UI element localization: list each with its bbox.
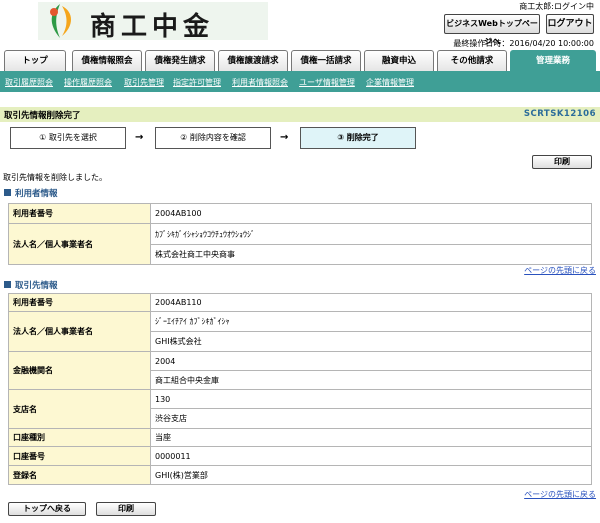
header: 商工中金 商工太郎:ログイン中 ビジネスWebトップページへ ログアウト 最終操… <box>0 0 600 50</box>
tab-claim-inquiry[interactable]: 債権情報照会 <box>72 50 142 72</box>
page-title: 取引先情報削除完了 <box>4 111 81 121</box>
logout-button[interactable]: ログアウト <box>546 14 594 34</box>
registration-name-value: GHI(株)営業部 <box>150 465 592 485</box>
screen-code: SCRTSK12106 <box>523 109 596 119</box>
subnav-partner-management[interactable]: 取引先管理 <box>124 77 164 88</box>
company-name-kana: ｶﾌﾞｼｷｶﾞｲｼｬｼｮｳｺｳﾁｭｳｵｳｼｮｳｼﾞ <box>150 223 592 245</box>
table-row: 法人名／個人事業者名 ｼﾞｰｴｲﾁｱｲ ｶﾌﾞｼｷｶﾞｲｼｬ <box>8 311 592 352</box>
table-row: 金融機関名 2004 <box>8 351 592 390</box>
partner-company-name-label: 法人名／個人事業者名 <box>8 311 151 352</box>
print-button[interactable]: 印刷 <box>532 155 592 169</box>
last-operation-time: 最終操作日時：2016/04/20 10:00:00 <box>453 39 594 48</box>
account-number-value: 0000011 <box>150 446 592 466</box>
step-deletion-complete: ③ 削除完了 <box>300 127 416 149</box>
back-to-top-button[interactable]: トップへ戻る <box>8 502 86 516</box>
table-row: 支店名 130 <box>8 389 592 429</box>
tab-claim-transfer[interactable]: 債権譲渡請求 <box>218 50 288 72</box>
bank-name: 商工組合中央金庫 <box>150 370 592 390</box>
user-number-value: 2004AB100 <box>150 203 592 224</box>
partner-company-name-kana: ｼﾞｰｴｲﾁｱｲ ｶﾌﾞｼｷｶﾞｲｼｬ <box>150 311 592 332</box>
table-row: 利用者番号 2004AB110 <box>8 293 592 312</box>
branch-name-label: 支店名 <box>8 389 151 429</box>
user-info-section-title: 利用者情報 <box>4 187 58 199</box>
tab-other-request[interactable]: その他請求 <box>437 50 507 72</box>
step-select-partner: ① 取引先を選択 <box>10 127 126 149</box>
subnav-company-management[interactable]: 企業情報管理 <box>366 77 414 88</box>
bank-name-label: 金融機関名 <box>8 351 151 390</box>
branch-code: 130 <box>150 389 592 409</box>
table-row: 口座番号 0000011 <box>8 446 592 466</box>
tab-loan-application[interactable]: 融資申込 <box>364 50 434 72</box>
logo-mark-icon <box>50 4 71 38</box>
tab-top[interactable]: トップ <box>4 50 66 72</box>
step-arrow: → <box>280 132 289 143</box>
subnav-user-management[interactable]: ユーザ情報管理 <box>299 77 355 88</box>
main-tabs: トップ 債権情報照会 債権発生請求 債権譲渡請求 債権一括請求 融資申込 その他… <box>0 50 600 72</box>
section-marker-icon <box>4 189 11 196</box>
step-arrow: → <box>135 132 144 143</box>
partner-info-table: 利用者番号 2004AB110 法人名／個人事業者名 ｼﾞｰｴｲﾁｱｲ ｶﾌﾞｼ… <box>8 293 592 485</box>
partner-company-name: GHI株式会社 <box>150 331 592 352</box>
subnav-operation-history[interactable]: 操作履歴照会 <box>64 77 112 88</box>
tab-bulk-request[interactable]: 債権一括請求 <box>291 50 361 72</box>
registration-name-label: 登録名 <box>8 465 151 485</box>
completion-message: 取引先情報を削除しました。 <box>3 173 107 182</box>
partner-info-section-title: 取引先情報 <box>4 279 58 291</box>
table-row: 口座種別 当座 <box>8 428 592 447</box>
bank-code: 2004 <box>150 351 592 371</box>
subnav-permission-management[interactable]: 指定許可管理 <box>173 77 221 88</box>
user-number-label: 利用者番号 <box>8 203 151 224</box>
table-row: 法人名／個人事業者名 ｶﾌﾞｼｷｶﾞｲｼｬｼｮｳｺｳﾁｭｳｵｳｼｮｳｼﾞ <box>8 223 592 265</box>
partner-user-number-label: 利用者番号 <box>8 293 151 312</box>
user-status: 商工太郎:ログイン中 <box>519 2 594 11</box>
business-web-top-button[interactable]: ビジネスWebトップページへ <box>444 14 540 46</box>
tab-claim-issue[interactable]: 債権発生請求 <box>145 50 215 72</box>
print-button-bottom[interactable]: 印刷 <box>96 502 156 516</box>
table-row: 登録名 GHI(株)営業部 <box>8 465 592 485</box>
page-title-bar: 取引先情報削除完了 SCRTSK12106 <box>0 107 600 122</box>
page-top-link[interactable]: ページの先頭に戻る <box>524 265 596 276</box>
subnav-user-info-inquiry[interactable]: 利用者情報照会 <box>232 77 288 88</box>
logo-text: 商工中金 <box>90 12 215 42</box>
partner-user-number-value: 2004AB110 <box>150 293 592 312</box>
section-marker-icon <box>4 281 11 288</box>
user-info-table: 利用者番号 2004AB100 法人名／個人事業者名 ｶﾌﾞｼｷｶﾞｲｼｬｼｮｳ… <box>8 203 592 265</box>
table-row: 利用者番号 2004AB100 <box>8 203 592 224</box>
logo: 商工中金 <box>38 2 268 42</box>
branch-name: 渋谷支店 <box>150 408 592 429</box>
tab-management[interactable]: 管理業務 <box>510 50 596 72</box>
account-number-label: 口座番号 <box>8 446 151 466</box>
subnav-transaction-history[interactable]: 取引履歴照会 <box>5 77 53 88</box>
company-name: 株式会社商工中央商事 <box>150 244 592 265</box>
sub-navigation: 取引履歴照会 操作履歴照会 取引先管理 指定許可管理 利用者情報照会 ユーザ情報… <box>0 74 600 92</box>
account-type-value: 当座 <box>150 428 592 447</box>
account-type-label: 口座種別 <box>8 428 151 447</box>
company-name-label: 法人名／個人事業者名 <box>8 223 151 265</box>
page-top-link-bottom[interactable]: ページの先頭に戻る <box>524 489 596 500</box>
step-confirm-deletion: ② 削除内容を確認 <box>155 127 271 149</box>
